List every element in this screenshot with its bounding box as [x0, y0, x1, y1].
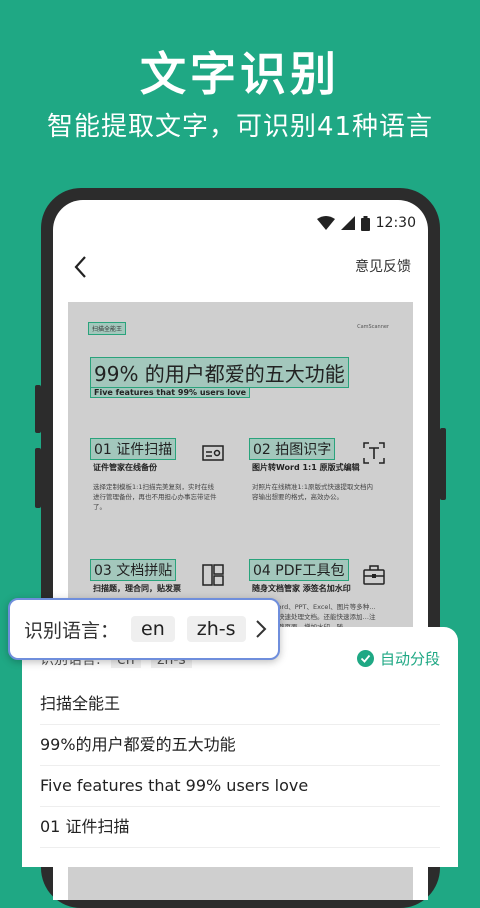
result-line[interactable]: Five features that 99% users love [40, 766, 440, 807]
feature-title: 04 PDF工具包 [249, 559, 349, 581]
result-line[interactable]: 01 证件扫描 [40, 807, 440, 848]
hero-title: 文字识别 [140, 47, 340, 101]
auto-segment-label: 自动分段 [379, 650, 440, 668]
doc-brand: CamScanner [357, 324, 389, 330]
status-bar: 12:30 [316, 212, 416, 234]
doc-tag: 扫描全能王 [88, 322, 127, 335]
phone-side-button [440, 428, 446, 500]
result-line[interactable]: 扫描全能王 [40, 684, 440, 725]
feature-subtitle: 图片转Word 1:1 原版式编辑 [252, 463, 360, 472]
feature-title: 02 拍图识字 [249, 438, 336, 460]
check-circle-icon [356, 650, 374, 667]
feature-subtitle: 证件管家在线备份 [93, 463, 157, 472]
language-chip[interactable]: en [131, 616, 175, 642]
back-arrow-icon[interactable] [71, 254, 91, 280]
feature-subtitle: 随身文档管家 添签名加水印 [252, 584, 351, 593]
text-scan-icon [363, 442, 385, 464]
language-label: 识别语言： [24, 619, 120, 642]
doc-subtitle: Five features that 99% users love [90, 387, 251, 398]
signal-icon [340, 216, 355, 230]
battery-icon [360, 215, 370, 231]
feature-body: 选择定制模板1:1扫描完美复刻，实时在线进行管理备份，再也不用担心办事忘带证件了… [93, 483, 217, 511]
toolbox-icon [363, 565, 385, 585]
feature-title: 01 证件扫描 [90, 438, 177, 460]
auto-segment-toggle[interactable]: 自动分段 [356, 648, 440, 669]
id-card-icon [202, 445, 224, 461]
doc-title: 99% 的用户都爱的五大功能 [90, 357, 349, 388]
chevron-right-icon[interactable] [254, 619, 268, 639]
status-time: 12:30 [375, 215, 416, 231]
feature-body: 对照片在线精准1:1原版式快速提取文档内容输出想要的格式，高效办公。 [252, 483, 373, 501]
phone-side-button [35, 448, 41, 508]
feedback-link[interactable]: 意见反馈 [355, 256, 411, 276]
language-selector-popup[interactable]: 识别语言： en zh-s [8, 598, 280, 660]
result-line[interactable]: 99%的用户都爱的五大功能 [40, 725, 440, 766]
feature-subtitle: 扫描题，理合同，贴发票 [93, 584, 181, 593]
ocr-result-sheet: 识别语言: en zh-s 自动分段 扫描全能王 99%的用户都爱的五大功能 F… [22, 627, 458, 867]
wifi-icon [316, 216, 335, 230]
feature-title: 03 文档拼贴 [90, 559, 177, 581]
phone-side-button [35, 385, 41, 433]
top-nav: 意见反馈 [53, 252, 428, 282]
hero-subtitle: 智能提取文字，可识别41种语言 [46, 112, 434, 142]
layout-icon [202, 564, 224, 586]
language-chip[interactable]: zh-s [186, 616, 246, 642]
